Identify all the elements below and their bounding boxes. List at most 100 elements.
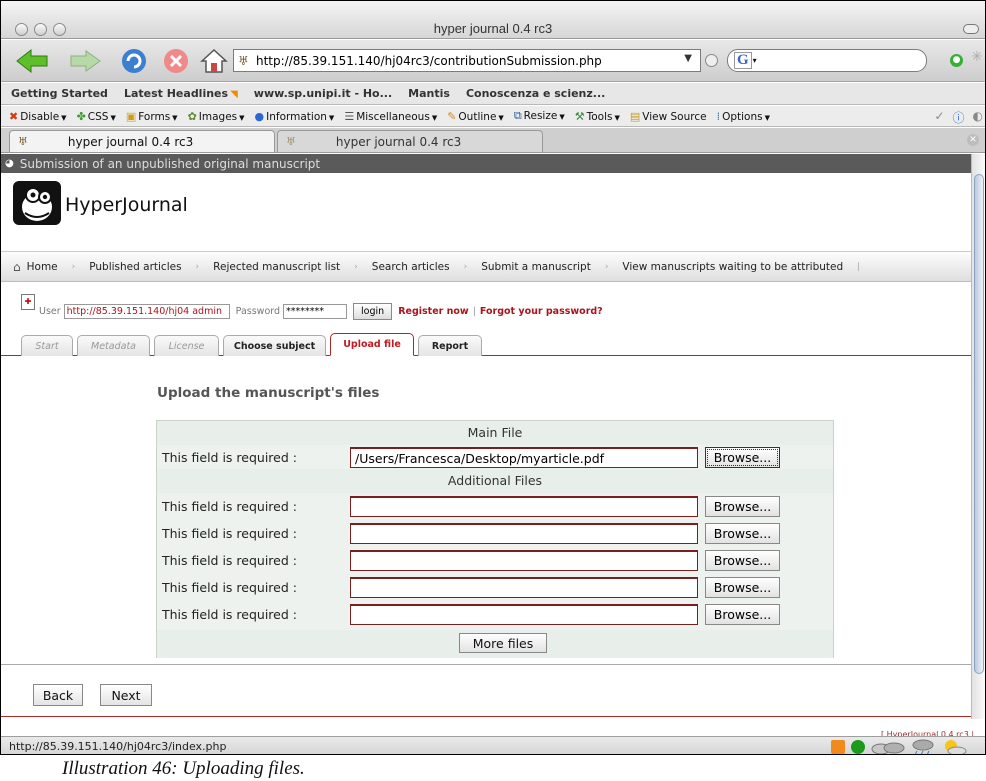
additional-file-browse-button[interactable]: Browse... [705,577,780,598]
additional-file-label: This field is required : [162,607,297,622]
additional-file-input[interactable] [350,550,698,571]
status-text: http://85.39.151.140/hj04rc3/index.php [9,740,227,753]
rain-weather-icon[interactable] [911,739,935,755]
browser-window: hyper journal 0.4 rc3 ♅ http://85.39.151… [0,0,986,755]
main-file-input[interactable]: /Users/Francesca/Desktop/myarticle.pdf [350,447,698,468]
feed-icon[interactable] [705,54,718,67]
wizard-tab-upload-file[interactable]: Upload file [330,333,414,356]
back-button[interactable]: Back [33,684,83,706]
rss-feed-icon[interactable] [831,740,845,754]
menu-rejected-manuscripts[interactable]: Rejected manuscript list [199,261,354,273]
next-button[interactable]: Next [100,684,152,706]
additional-file-label: This field is required : [162,553,297,568]
devbar-resize[interactable]: ⧉ Resize ▼ [514,109,565,123]
additional-files-header-row: Additional Files [157,469,833,493]
cloud-weather-icon[interactable] [871,740,905,754]
additional-file-input[interactable] [350,577,698,598]
wizard-tab-choose-subject[interactable]: Choose subject [223,335,326,356]
info-circle-icon[interactable]: ⓘ [953,109,965,126]
tab-hyper-journal-1[interactable]: ♅ hyper journal 0.4 rc3 [9,130,275,152]
wizard-tab-license[interactable]: License [154,335,219,356]
window-title: hyper journal 0.4 rc3 [433,21,553,36]
site-favicon-icon: ♅ [238,53,249,68]
additional-file-row: This field is required : Browse... [157,494,833,518]
devbar-forms[interactable]: ▣ Forms ▼ [126,110,178,123]
hyperjournal-logo[interactable] [13,181,61,225]
additional-file-browse-button[interactable]: Browse... [705,550,780,571]
status-bar-icons [831,738,967,755]
bookmark-latest-headlines[interactable]: Latest Headlines ◥ [124,87,238,100]
menu-view-waiting-manuscripts[interactable]: View manuscripts waiting to be attribute… [608,261,857,273]
devbar-tools[interactable]: ⚒ Tools ▼ [575,110,620,123]
url-dropdown-icon[interactable]: ▼ [684,53,692,64]
additional-file-browse-button[interactable]: Browse... [705,496,780,517]
title-bar: hyper journal 0.4 rc3 [1,1,985,39]
images-icon: ✿ [187,109,197,123]
scrollbar-thumb[interactable] [974,174,984,674]
google-search-icon[interactable]: G [734,52,752,69]
stop-icon [164,49,188,73]
outline-icon: ✎ [447,109,457,123]
css-icon: ✤ [76,109,86,123]
resize-icon: ⧉ [513,109,522,122]
search-box[interactable]: G ▾ [727,49,927,72]
back-nav-button[interactable] [13,46,55,76]
bookmark-mantis[interactable]: Mantis [408,87,450,100]
additional-file-input[interactable] [350,496,698,517]
devbar-css[interactable]: ✤ CSS ▼ [77,110,116,123]
devbar-outline[interactable]: ✎ Outline ▼ [447,110,504,123]
wizard-tab-start[interactable]: Start [21,335,73,356]
site-menu: ⌂ Home › Published articles › Rejected m… [1,251,971,282]
vertical-scrollbar[interactable] [971,154,985,719]
more-files-button[interactable]: More files [459,633,547,653]
devbar-information[interactable]: ● Information ▼ [255,110,335,123]
close-tab-icon[interactable]: ✕ [967,134,979,146]
devbar-disable[interactable]: ✖ Disable ▼ [9,110,67,123]
devbar-images[interactable]: ✿ Images ▼ [188,110,245,123]
devbar-view-source[interactable]: ▤ View Source [630,110,707,123]
menu-published-articles[interactable]: Published articles [75,261,195,273]
forgot-password-link[interactable]: Forgot your password? [480,306,603,317]
password-input[interactable]: ******** [283,303,348,319]
sun-weather-icon[interactable] [941,738,967,755]
stop-button[interactable] [161,46,191,76]
main-file-header: Main File [467,425,523,440]
additional-file-browse-button[interactable]: Browse... [705,604,780,625]
tools-icon: ⚒ [574,109,585,123]
login-button[interactable]: login [353,302,393,320]
page-status-icon[interactable] [851,740,865,754]
css-status-icon[interactable]: ◐ [973,109,983,126]
main-file-browse-button[interactable]: Browse... [705,447,780,468]
home-page-icon: ⌂ [13,259,21,274]
wizard-tab-report[interactable]: Report [418,335,482,356]
forward-nav-button[interactable] [65,46,105,76]
validation-check-icon[interactable]: ✓ [934,109,944,126]
menu-submit-manuscript[interactable]: Submit a manuscript [467,261,605,273]
home-button[interactable] [199,46,229,76]
additional-file-label: This field is required : [162,526,297,541]
bookmark-getting-started[interactable]: Getting Started [11,87,108,100]
page-banner: ◕ Submission of an unpublished original … [1,154,971,173]
tab-hyper-journal-2[interactable]: ♅ hyper journal 0.4 rc3 [277,130,543,152]
additional-file-browse-button[interactable]: Browse... [705,523,780,544]
user-input[interactable]: http://85.39.151.140/hj04 admin [63,303,230,319]
menu-home[interactable]: Home [25,261,72,273]
devbar-options[interactable]: ⁞ Options ▼ [717,110,770,123]
bookmark-conoscenza[interactable]: Conoscenza e scienz... [466,87,605,100]
devbar-miscellaneous[interactable]: ☰ Miscellaneous ▼ [344,110,437,123]
toolbar-toggle-button[interactable] [963,24,979,34]
additional-file-input[interactable] [350,523,698,544]
wizard-tab-metadata[interactable]: Metadata [77,335,150,356]
figure-caption: Illustration 46: Uploading files. [62,758,305,779]
additional-file-input[interactable] [350,604,698,625]
main-file-row: This field is required : /Users/Francesc… [157,445,833,469]
logo-icon [22,187,52,221]
url-bar[interactable]: ♅ http://85.39.151.140/hj04rc3/contribut… [233,49,701,72]
reload-button[interactable] [119,46,149,76]
go-icon[interactable]: ● [950,54,963,67]
additional-file-label: This field is required : [162,580,297,595]
menu-search-articles[interactable]: Search articles [358,261,464,273]
bookmark-sp-unipi[interactable]: www.sp.unipi.it - Ho... [254,87,392,100]
additional-file-row: This field is required : Browse... [157,548,833,572]
register-link[interactable]: Register now [398,306,469,317]
